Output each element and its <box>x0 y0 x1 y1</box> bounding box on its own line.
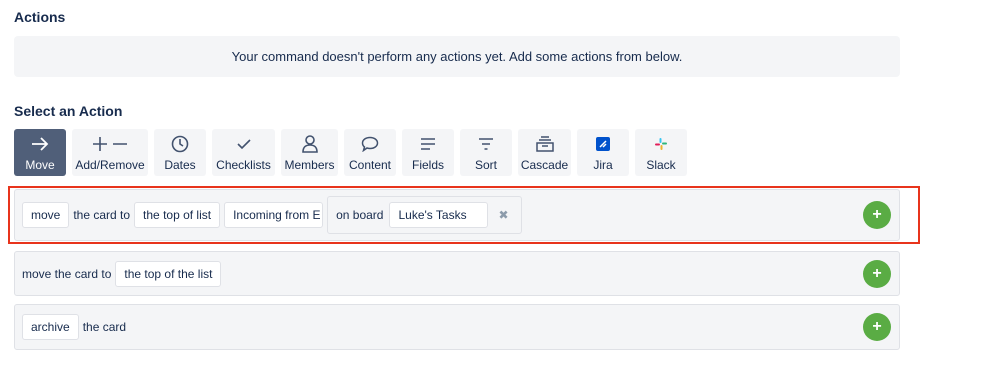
tool-slack[interactable]: Slack <box>635 129 687 176</box>
action-row-move-top: move the card to the top of the list + <box>14 251 900 296</box>
clock-icon <box>171 134 189 154</box>
action-row-move-to-list: move the card to the top of list Incomin… <box>14 189 900 241</box>
tool-label: Sort <box>474 158 497 172</box>
sort-icon <box>478 134 494 154</box>
arrow-right-icon <box>31 134 49 154</box>
tool-checklists[interactable]: Checklists <box>212 129 275 176</box>
lines-icon <box>420 134 436 154</box>
tool-label: Jira <box>593 158 613 172</box>
empty-actions-message: Your command doesn't perform any actions… <box>14 36 900 77</box>
action-row-archive: archive the card + <box>14 304 900 350</box>
empty-actions-text: Your command doesn't perform any actions… <box>231 49 683 64</box>
tool-label: Slack <box>646 158 676 172</box>
add-action-button[interactable]: + <box>863 313 891 341</box>
position-select[interactable]: the top of the list <box>115 260 222 287</box>
tool-label: Content <box>348 158 392 172</box>
list-name-field[interactable]: Incoming from E <box>224 202 324 228</box>
verb-select-move[interactable]: move <box>22 202 70 228</box>
archive-box-icon <box>535 134 554 154</box>
tool-cascade[interactable]: Cascade <box>518 129 571 176</box>
add-action-button[interactable]: + <box>863 201 891 229</box>
tool-jira[interactable]: Jira <box>577 129 629 176</box>
tool-fields[interactable]: Fields <box>402 129 454 176</box>
tool-move[interactable]: Move <box>14 129 66 176</box>
row-text: the card <box>82 320 127 334</box>
tool-label: Fields <box>411 158 444 172</box>
add-action-button[interactable]: + <box>863 259 891 288</box>
slack-icon <box>655 134 667 154</box>
tool-label: Members <box>284 158 335 172</box>
row-text: the card to <box>73 208 131 222</box>
board-group: on board Luke's Tasks ✖ <box>327 196 522 234</box>
tool-sort[interactable]: Sort <box>460 129 512 176</box>
tool-members[interactable]: Members <box>281 129 338 176</box>
select-action-title: Select an Action <box>14 103 123 119</box>
position-select[interactable]: the top of list <box>134 202 221 228</box>
board-name-field[interactable]: Luke's Tasks <box>389 202 489 228</box>
tool-label: Checklists <box>216 158 271 172</box>
tool-label: Dates <box>164 158 196 172</box>
plus-minus-icon <box>92 134 128 154</box>
on-board-text: on board <box>336 208 384 222</box>
jira-icon <box>596 134 610 154</box>
person-icon <box>301 134 318 154</box>
tool-dates[interactable]: Dates <box>154 129 206 176</box>
tool-label: Cascade <box>520 158 569 172</box>
speech-bubble-icon <box>361 134 379 154</box>
tool-content[interactable]: Content <box>344 129 396 176</box>
row-text: move the card to <box>22 266 112 281</box>
action-toolbar: Move Add/Remove Dates Checklists Members… <box>14 129 687 176</box>
actions-title: Actions <box>14 9 66 25</box>
verb-select-archive[interactable]: archive <box>22 314 79 340</box>
checkmark-icon <box>236 134 251 154</box>
remove-board-icon[interactable]: ✖ <box>498 208 508 222</box>
tool-label: Add/Remove <box>75 158 145 172</box>
tool-label: Move <box>25 158 55 172</box>
tool-add-remove[interactable]: Add/Remove <box>72 129 148 176</box>
